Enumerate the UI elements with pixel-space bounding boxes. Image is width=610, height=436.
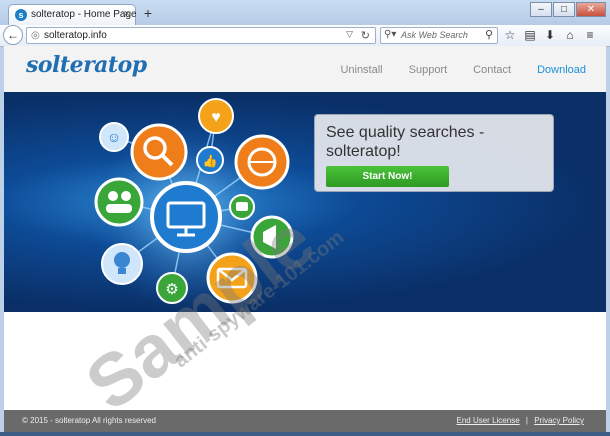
search-bar[interactable]: ⚲▾ Ask Web Search ⚲ bbox=[380, 27, 498, 44]
nav-uninstall[interactable]: Uninstall bbox=[340, 64, 382, 76]
svg-text:☺: ☺ bbox=[107, 129, 121, 145]
nav-contact[interactable]: Contact bbox=[473, 64, 511, 76]
start-now-button[interactable]: Start Now! bbox=[326, 166, 449, 187]
star-icon[interactable]: ☆ bbox=[502, 27, 518, 43]
maximize-button[interactable]: □ bbox=[553, 2, 575, 17]
url-dropdown-icon[interactable]: ▽ bbox=[346, 29, 353, 40]
thumbs-up-icon: 👍 bbox=[196, 146, 224, 174]
minimize-button[interactable]: – bbox=[530, 2, 552, 17]
privacy-link[interactable]: Privacy Policy bbox=[534, 416, 584, 425]
tab-home[interactable]: s solteratop - Home Page × bbox=[8, 4, 137, 25]
site-nav: Uninstall Support Contact Download bbox=[340, 64, 586, 76]
chat-icon bbox=[229, 194, 255, 220]
nav-support[interactable]: Support bbox=[409, 64, 448, 76]
svg-text:♥: ♥ bbox=[211, 109, 221, 126]
globe-network-icon bbox=[234, 134, 290, 190]
heart-icon: ♥ bbox=[198, 98, 234, 134]
search-icon[interactable]: ⚲ bbox=[485, 28, 493, 41]
tab-strip: s solteratop - Home Page × + – □ ✕ bbox=[0, 0, 610, 25]
menu-icon[interactable]: ≡ bbox=[582, 27, 598, 43]
os-taskbar bbox=[0, 432, 610, 436]
lightbulb-icon bbox=[101, 243, 143, 285]
smiley-icon: ☺ bbox=[99, 122, 129, 152]
reload-icon[interactable]: ↻ bbox=[361, 29, 370, 42]
window-controls: – □ ✕ bbox=[530, 2, 606, 18]
close-window-button[interactable]: ✕ bbox=[576, 2, 606, 17]
eula-link[interactable]: End User License bbox=[457, 416, 520, 425]
copyright-text: © 2015 - solteratop All rights reserved bbox=[22, 416, 156, 425]
site-header: solteratop Uninstall Support Contact Dow… bbox=[4, 46, 606, 92]
download-icon[interactable]: ⬇ bbox=[542, 27, 558, 43]
nav-download[interactable]: Download bbox=[537, 64, 586, 76]
search-engine-icon[interactable]: ⚲▾ bbox=[384, 29, 396, 40]
svg-text:👍: 👍 bbox=[203, 154, 218, 168]
home-icon[interactable]: ⌂ bbox=[562, 27, 578, 43]
clipboard-icon[interactable]: ▤ bbox=[522, 27, 538, 43]
url-text[interactable]: solteratop.info bbox=[44, 30, 107, 41]
site-logo[interactable]: solteratop bbox=[26, 52, 147, 78]
browser-window: s solteratop - Home Page × + – □ ✕ ← ◎ s… bbox=[0, 0, 610, 436]
globe-icon: ◎ bbox=[31, 30, 40, 41]
new-tab-button[interactable]: + bbox=[140, 5, 156, 21]
back-icon: ← bbox=[7, 28, 19, 42]
tab-close-icon[interactable]: × bbox=[124, 8, 130, 20]
promo-headline: See quality searches - solteratop! bbox=[326, 124, 485, 160]
site-footer: © 2015 - solteratop All rights reserved … bbox=[4, 410, 606, 432]
magnifier-icon bbox=[130, 123, 188, 181]
tab-title: solteratop - Home Page bbox=[31, 9, 137, 20]
promo-box: See quality searches - solteratop! Start… bbox=[314, 114, 554, 192]
favicon-icon: s bbox=[15, 9, 27, 21]
users-icon bbox=[94, 177, 144, 227]
footer-separator: | bbox=[525, 416, 528, 425]
toolbar-icons: ☆ ▤ ⬇ ⌂ ≡ bbox=[502, 27, 598, 43]
monitor-icon bbox=[150, 181, 222, 253]
address-bar[interactable]: ◎ solteratop.info ▽ ↻ bbox=[26, 27, 376, 44]
back-button[interactable]: ← bbox=[3, 25, 23, 45]
search-placeholder[interactable]: Ask Web Search bbox=[401, 30, 468, 40]
footer-links: End User License | Privacy Policy bbox=[457, 416, 585, 425]
navigation-bar: ← ◎ solteratop.info ▽ ↻ ⚲▾ Ask Web Searc… bbox=[0, 25, 610, 47]
